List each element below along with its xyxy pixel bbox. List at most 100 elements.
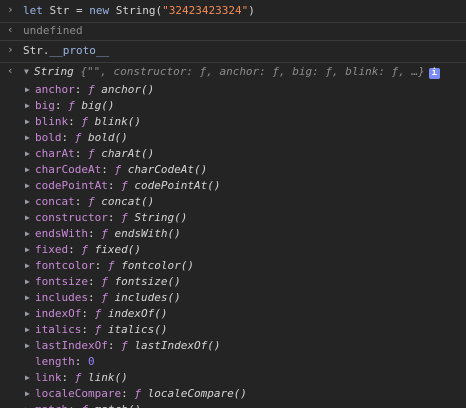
- function-glyph: ƒ: [68, 99, 75, 112]
- function-name: includes(): [114, 291, 181, 304]
- property-key: length: [35, 355, 75, 368]
- expand-triangle-icon[interactable]: ▼: [24, 67, 29, 76]
- function-name: fixed(): [94, 243, 141, 256]
- property-row-endsWith[interactable]: ▶ endsWith: ƒ endsWith(): [25, 226, 181, 242]
- function-name: big(): [81, 99, 115, 112]
- proto-result-block: ‹ ▼ String {"", constructor: ƒ, anchor: …: [0, 62, 466, 408]
- colon: :: [74, 355, 82, 368]
- property-key: codePointAt: [35, 179, 108, 192]
- console-input-entry[interactable]: › Str.__proto__: [0, 40, 466, 63]
- expand-triangle-icon[interactable]: ▶: [25, 290, 30, 306]
- property-row-match[interactable]: ▶ match: ƒ match(): [25, 402, 141, 408]
- property-key: constructor: [35, 211, 108, 224]
- property-key: fontsize: [35, 275, 88, 288]
- colon: :: [87, 291, 95, 304]
- function-glyph: ƒ: [88, 195, 95, 208]
- expand-triangle-icon[interactable]: ▶: [25, 146, 30, 162]
- summary-type: String: [34, 65, 74, 78]
- constructor-call: String(: [109, 4, 163, 17]
- property-key: indexOf: [35, 307, 82, 320]
- property-row-length[interactable]: length: 0: [35, 354, 95, 370]
- property-key: anchor: [35, 83, 75, 96]
- expand-triangle-icon[interactable]: ▶: [25, 194, 30, 210]
- property-row-localeCompare[interactable]: ▶ localeCompare: ƒ localeCompare(): [25, 386, 247, 402]
- function-glyph: ƒ: [74, 131, 82, 144]
- colon: :: [87, 275, 95, 288]
- property-key: includes: [35, 291, 88, 304]
- property-key: bold: [35, 131, 62, 144]
- property-row-fontcolor[interactable]: ▶ fontcolor: ƒ fontcolor(): [25, 258, 194, 274]
- property-row-includes[interactable]: ▶ includes: ƒ includes(): [25, 290, 181, 306]
- property-row-indexOf[interactable]: ▶ indexOf: ƒ indexOf(): [25, 306, 167, 322]
- keyword-new: new: [89, 4, 110, 17]
- colon: :: [54, 99, 62, 112]
- function-name: localeCompare(): [147, 387, 247, 400]
- expand-triangle-icon[interactable]: ▶: [25, 386, 30, 402]
- property-row-anchor[interactable]: ▶ anchor: ƒ anchor(): [25, 82, 154, 98]
- input-code: let Str = new String("32423423324"): [23, 3, 255, 19]
- property-key: link: [35, 371, 62, 384]
- colon: :: [68, 403, 75, 408]
- property-key: blink: [35, 115, 69, 128]
- keyword-let: let: [23, 4, 43, 17]
- property-row-charAt[interactable]: ▶ charAt: ƒ charAt(): [25, 146, 154, 162]
- expand-triangle-icon[interactable]: ▶: [25, 322, 30, 338]
- expand-triangle-icon[interactable]: ▶: [25, 274, 30, 290]
- function-glyph: ƒ: [101, 275, 108, 288]
- property-key: italics: [35, 323, 82, 336]
- colon: :: [74, 195, 82, 208]
- expand-triangle-icon[interactable]: ▶: [25, 210, 30, 226]
- devtools-console: › let Str = new String("32423423324") ‹ …: [0, 0, 466, 408]
- expand-triangle-icon[interactable]: ▶: [25, 258, 30, 274]
- colon: :: [107, 339, 115, 352]
- function-glyph: ƒ: [121, 179, 128, 192]
- property-row-fixed[interactable]: ▶ fixed: ƒ fixed(): [25, 242, 141, 258]
- colon: :: [87, 227, 95, 240]
- console-result-entry: ‹ undefined: [0, 22, 466, 41]
- result-value: undefined: [23, 24, 83, 37]
- summary-text: {"", constructor: ƒ, anchor: ƒ, big: ƒ, …: [73, 65, 425, 78]
- property-key: charCodeAt: [35, 163, 102, 176]
- colon: :: [74, 83, 82, 96]
- property-row-big[interactable]: ▶ big: ƒ big(): [25, 98, 115, 114]
- property-row-charCodeAt[interactable]: ▶ charCodeAt: ƒ charCodeAt(): [25, 162, 207, 178]
- property-key: localeCompare: [35, 387, 122, 400]
- property-row-codePointAt[interactable]: ▶ codePointAt: ƒ codePointAt(): [25, 178, 220, 194]
- expand-triangle-icon[interactable]: ▶: [25, 370, 30, 386]
- info-icon[interactable]: i: [428, 68, 440, 79]
- expand-triangle-icon[interactable]: ▶: [25, 242, 30, 258]
- expand-triangle-icon[interactable]: ▶: [25, 130, 30, 146]
- function-glyph: ƒ: [74, 371, 82, 384]
- expand-triangle-icon[interactable]: ▶: [25, 98, 30, 114]
- console-input-entry[interactable]: › let Str = new String("32423423324"): [0, 0, 466, 23]
- expand-triangle-icon[interactable]: ▶: [25, 162, 30, 178]
- colon: :: [107, 179, 115, 192]
- property-key: fontcolor: [35, 259, 95, 272]
- property-row-constructor[interactable]: ▶ constructor: ƒ String(): [25, 210, 187, 226]
- function-glyph: ƒ: [88, 147, 95, 160]
- property-row-italics[interactable]: ▶ italics: ƒ italics(): [25, 322, 167, 338]
- property-key: fixed: [35, 243, 69, 256]
- colon: :: [101, 163, 108, 176]
- function-glyph: ƒ: [114, 163, 122, 176]
- expand-triangle-icon[interactable]: ▶: [25, 306, 30, 322]
- expand-triangle-icon[interactable]: ▶: [25, 338, 30, 354]
- expand-triangle-icon[interactable]: ▶: [25, 82, 30, 98]
- expand-triangle-icon[interactable]: ▶: [25, 226, 30, 242]
- object-summary[interactable]: String {"", constructor: ƒ, anchor: ƒ, b…: [34, 64, 440, 80]
- result-arrow-icon: ‹: [7, 23, 14, 36]
- property-row-link[interactable]: ▶ link: ƒ link(): [25, 370, 128, 386]
- function-name: lastIndexOf(): [134, 339, 221, 352]
- function-name: blink(): [94, 115, 141, 128]
- expand-triangle-icon[interactable]: ▶: [25, 402, 30, 408]
- property-row-lastIndexOf[interactable]: ▶ lastIndexOf: ƒ lastIndexOf(): [25, 338, 221, 354]
- expand-triangle-icon[interactable]: ▶: [25, 178, 30, 194]
- property-row-bold[interactable]: ▶ bold: ƒ bold(): [25, 130, 128, 146]
- property-key: endsWith: [35, 227, 88, 240]
- property-row-fontsize[interactable]: ▶ fontsize: ƒ fontsize(): [25, 274, 181, 290]
- close-paren: ): [248, 4, 255, 17]
- property-row-blink[interactable]: ▶ blink: ƒ blink(): [25, 114, 141, 130]
- property-key: match: [35, 403, 68, 408]
- expand-triangle-icon[interactable]: ▶: [25, 114, 30, 130]
- property-row-concat[interactable]: ▶ concat: ƒ concat(): [25, 194, 154, 210]
